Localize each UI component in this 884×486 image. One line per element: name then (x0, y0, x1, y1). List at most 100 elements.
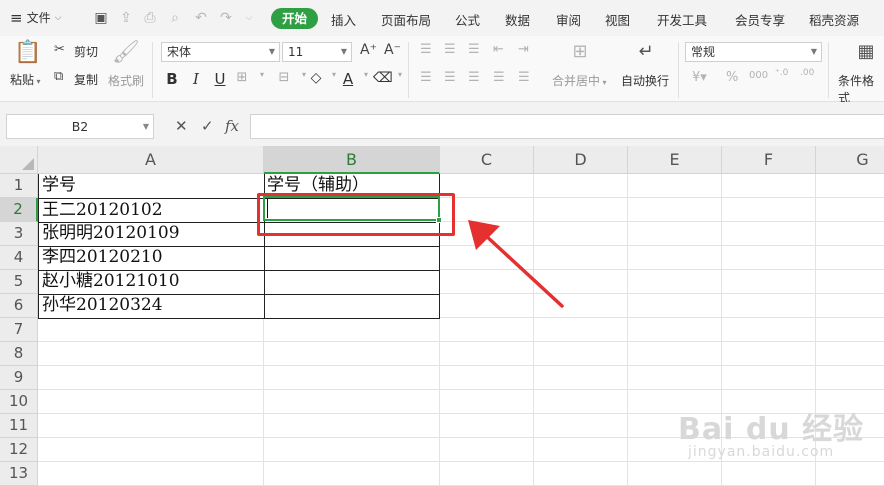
select-all-button[interactable] (0, 146, 38, 174)
insert-function-button[interactable]: fx (225, 117, 239, 135)
grid-cell[interactable] (38, 318, 264, 342)
tab-page-layout[interactable]: 页面布局 (381, 10, 431, 29)
grid-cell[interactable] (628, 342, 722, 366)
percent-icon[interactable]: % (726, 70, 738, 85)
grid-cell[interactable] (38, 390, 264, 414)
grid-cell[interactable] (628, 174, 722, 198)
cell-a3[interactable]: 张明明20120109 (38, 222, 265, 247)
indent-decrease-icon[interactable]: ⇤ (493, 42, 504, 57)
grid-cell[interactable] (628, 294, 722, 318)
row-header-7[interactable]: 7 (0, 318, 38, 342)
grid-cell[interactable] (440, 318, 534, 342)
grid-cell[interactable] (264, 414, 440, 438)
undo-icon[interactable]: ↶ (192, 9, 210, 27)
formula-input[interactable] (250, 114, 884, 139)
row-header-3[interactable]: 3 (0, 222, 38, 246)
grid-cell[interactable] (534, 366, 628, 390)
tab-docer-resources[interactable]: 稻壳资源 (809, 10, 859, 29)
grid-cell[interactable] (722, 246, 816, 270)
distribute-icon[interactable]: ☰ (518, 70, 530, 85)
tab-member[interactable]: 会员专享 (735, 10, 785, 29)
grid-cell[interactable] (628, 270, 722, 294)
grid-cell[interactable] (722, 294, 816, 318)
format-painter-icon[interactable]: 🖌 (112, 40, 140, 65)
row-header-6[interactable]: 6 (0, 294, 38, 318)
row-header-10[interactable]: 10 (0, 390, 38, 414)
row-header-8[interactable]: 8 (0, 342, 38, 366)
grid-cell[interactable] (38, 438, 264, 462)
tab-home[interactable]: 开始 (271, 8, 319, 29)
copy-icon[interactable]: ⧉ (54, 69, 63, 84)
tab-developer[interactable]: 开发工具 (657, 10, 707, 29)
confirm-icon[interactable]: ✓ (201, 117, 214, 135)
grid-cell[interactable] (264, 342, 440, 366)
wrap-text-button[interactable]: 自动换行 (621, 72, 669, 89)
fill-color-icon[interactable]: ◇ (307, 70, 325, 86)
conditional-format-icon[interactable]: ▦ (854, 41, 878, 62)
row-header-11[interactable]: 11 (0, 414, 38, 438)
chevron-down-icon[interactable]: ⌵ (240, 9, 258, 27)
align-left-icon[interactable]: ☰ (420, 70, 432, 85)
tab-view[interactable]: 视图 (605, 10, 630, 29)
grid-cell[interactable] (264, 366, 440, 390)
tab-review[interactable]: 审阅 (556, 10, 581, 29)
cell-a5[interactable]: 赵小糖20121010 (38, 270, 265, 295)
merge-center-icon[interactable]: ⊞ (568, 41, 592, 62)
cell-a2[interactable]: 王二20120102 (38, 198, 265, 223)
save-icon[interactable]: ▣ (92, 9, 110, 27)
column-header-e[interactable]: E (628, 146, 722, 174)
cancel-icon[interactable]: ✕ (175, 117, 188, 135)
align-middle-icon[interactable]: ☰ (444, 42, 456, 57)
grid-cell[interactable] (534, 318, 628, 342)
cell-a1[interactable]: 学号 (38, 174, 265, 199)
grid-cell[interactable] (534, 342, 628, 366)
increase-font-icon[interactable]: A⁺ (360, 42, 377, 58)
row-header-4[interactable]: 4 (0, 246, 38, 270)
grid-cell[interactable] (722, 342, 816, 366)
row-header-1[interactable]: 1 (0, 174, 38, 198)
font-name-select[interactable]: 宋体 ▼ (161, 42, 280, 62)
grid-cell[interactable] (628, 222, 722, 246)
grid-cell[interactable] (534, 198, 628, 222)
print-icon[interactable]: ⎙ (141, 9, 159, 27)
font-size-select[interactable]: 11 ▼ (282, 42, 352, 62)
paste-icon[interactable]: 📋 (14, 40, 41, 65)
align-center-icon[interactable]: ☰ (444, 70, 456, 85)
tab-insert[interactable]: 插入 (331, 10, 356, 29)
grid-cell[interactable] (722, 174, 816, 198)
grid-cell[interactable] (264, 390, 440, 414)
grid-cell[interactable] (816, 270, 884, 294)
grid-cell[interactable] (38, 462, 264, 486)
grid-cell[interactable] (440, 414, 534, 438)
grid-cell[interactable] (628, 318, 722, 342)
underline-icon[interactable]: U (211, 70, 229, 88)
grid-cell[interactable] (264, 318, 440, 342)
justify-icon[interactable]: ☰ (493, 70, 505, 85)
grid-cell[interactable] (722, 198, 816, 222)
cell-b5[interactable] (264, 270, 440, 295)
redo-icon[interactable]: ↷ (217, 9, 235, 27)
number-format-select[interactable]: 常规 ▼ (685, 42, 822, 62)
merge-center-button[interactable]: 合并居中 ▾ (552, 72, 607, 89)
column-header-d[interactable]: D (534, 146, 628, 174)
name-box[interactable]: B2 ▼ (6, 114, 154, 139)
row-header-9[interactable]: 9 (0, 366, 38, 390)
grid-cell[interactable] (722, 318, 816, 342)
eraser-icon[interactable]: ⌫ (373, 70, 393, 86)
grid-cell[interactable] (440, 342, 534, 366)
grid-cell[interactable] (534, 174, 628, 198)
bold-icon[interactable]: B (163, 70, 181, 88)
tab-data[interactable]: 数据 (505, 10, 530, 29)
cut-button[interactable]: 剪切 (74, 43, 98, 60)
cell-b4[interactable] (264, 246, 440, 271)
scissors-icon[interactable]: ✂ (54, 42, 65, 57)
grid-cell[interactable] (264, 438, 440, 462)
border-style-icon[interactable]: ⊟ (275, 70, 293, 85)
align-right-icon[interactable]: ☰ (468, 70, 480, 85)
column-header-f[interactable]: F (722, 146, 816, 174)
decrease-font-icon[interactable]: A⁻ (384, 42, 401, 58)
paste-button[interactable]: 粘贴 ▾ (10, 71, 41, 88)
align-top-icon[interactable]: ☰ (420, 42, 432, 57)
grid-cell[interactable] (816, 198, 884, 222)
format-painter-button[interactable]: 格式刷 (108, 72, 144, 89)
